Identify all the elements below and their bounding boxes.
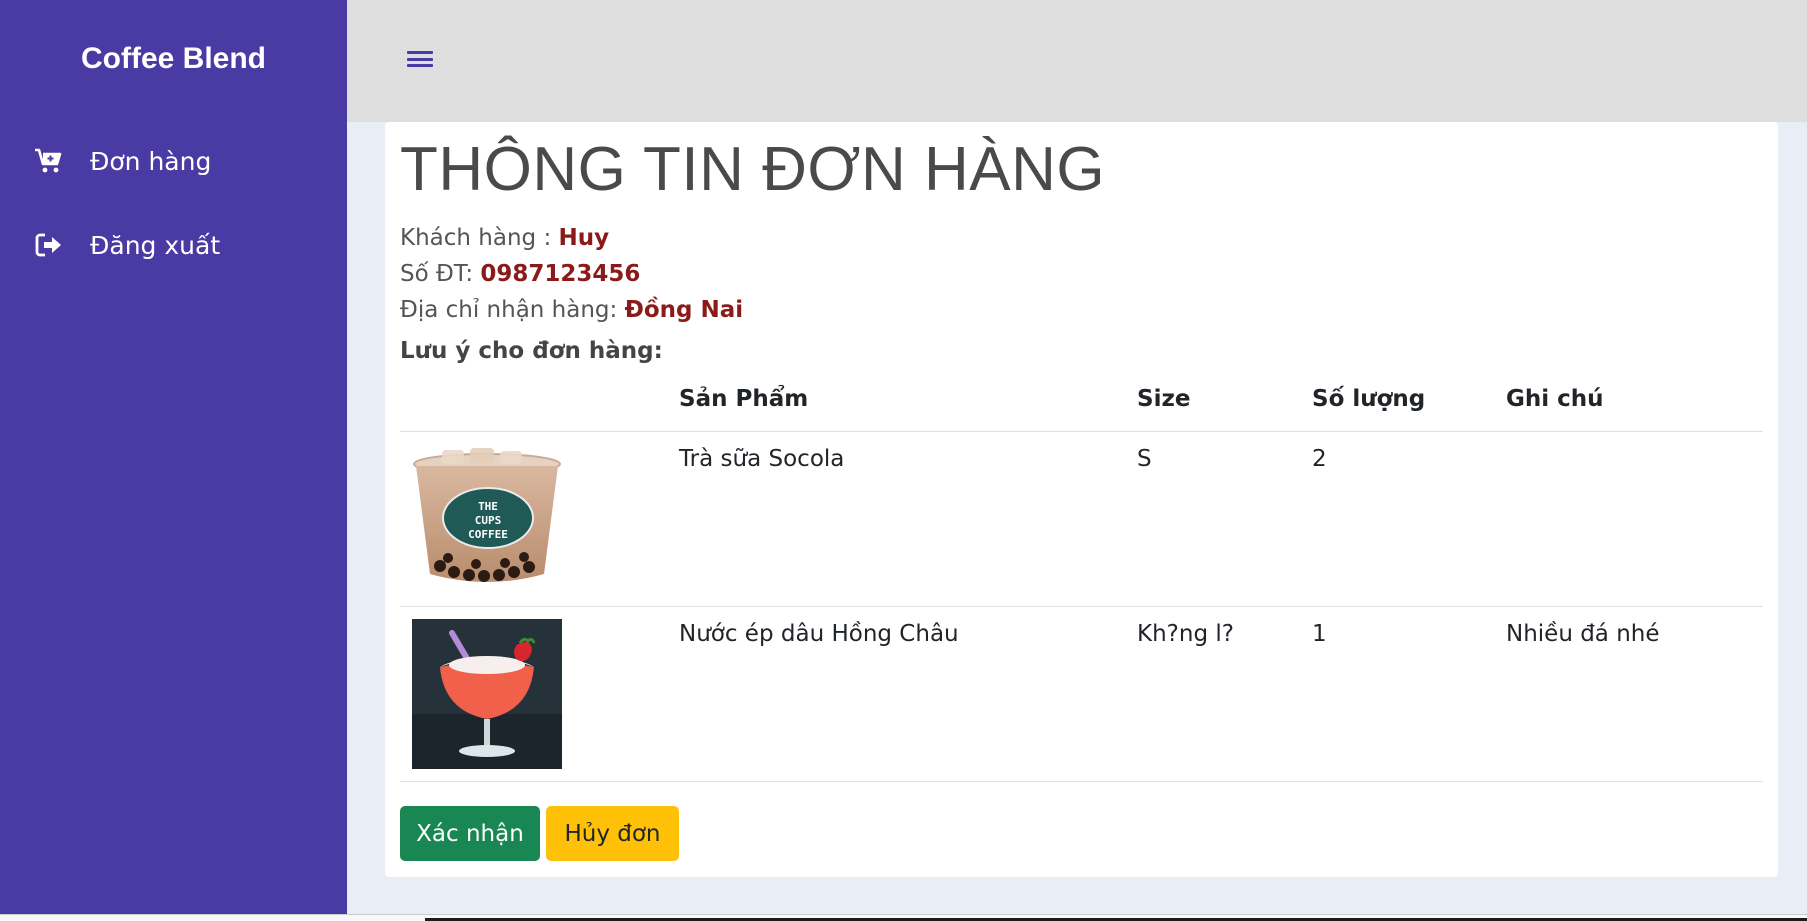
address-info: Địa chỉ nhận hàng: Đồng Nai (400, 297, 743, 323)
product-note: Nhiều đá nhé (1506, 621, 1660, 647)
table-row: Nước ép dâu Hồng Châu Kh?ng l? 1 Nhiều đ… (400, 607, 1763, 782)
header-quantity: Số lượng (1312, 386, 1426, 412)
product-size: S (1137, 446, 1152, 472)
sign-out-icon (34, 230, 64, 260)
product-name: Nước ép dâu Hồng Châu (679, 621, 959, 647)
header-note: Ghi chú (1506, 386, 1604, 412)
product-quantity: 2 (1312, 446, 1327, 472)
order-items-table: Sản Phẩm Size Số lượng Ghi chú THE CUPS … (400, 372, 1763, 782)
hamburger-icon[interactable] (407, 48, 433, 70)
topbar (347, 0, 1807, 122)
sidebar: Coffee Blend Đơn hàng Đăng xuất (0, 0, 347, 914)
brand-logo[interactable]: Coffee Blend (0, 42, 347, 76)
sidebar-item-logout[interactable]: Đăng xuất (34, 230, 220, 260)
product-image (412, 619, 562, 769)
product-image: THE CUPS COFFEE (412, 444, 562, 594)
cart-plus-icon (34, 146, 64, 176)
cup-text-line-3: COFFEE (468, 528, 508, 541)
header-size: Size (1137, 386, 1191, 412)
phone-value: 0987123456 (480, 261, 641, 287)
page-title: THÔNG TIN ĐƠN HÀNG (400, 135, 1106, 204)
order-note-label: Lưu ý cho đơn hàng: (400, 338, 663, 364)
customer-value: Huy (558, 225, 610, 251)
header-product: Sản Phẩm (679, 386, 809, 412)
table-header: Sản Phẩm Size Số lượng Ghi chú (400, 372, 1763, 432)
sidebar-item-label: Đơn hàng (90, 146, 212, 176)
phone-info: Số ĐT: 0987123456 (400, 261, 640, 287)
product-quantity: 1 (1312, 621, 1327, 647)
bottom-edge (0, 914, 1807, 921)
confirm-button[interactable]: Xác nhận (400, 806, 540, 861)
order-detail-card: THÔNG TIN ĐƠN HÀNG Khách hàng : Huy Số Đ… (385, 122, 1778, 877)
product-size: Kh?ng l? (1137, 621, 1234, 647)
sidebar-item-orders[interactable]: Đơn hàng (34, 146, 211, 176)
cup-text-line-1: THE (478, 500, 498, 513)
phone-label: Số ĐT: (400, 261, 481, 287)
cancel-order-button[interactable]: Hủy đơn (546, 806, 679, 861)
customer-label: Khách hàng : (400, 225, 559, 251)
cup-text-line-2: CUPS (475, 514, 502, 527)
address-label: Địa chỉ nhận hàng: (400, 297, 625, 323)
customer-info: Khách hàng : Huy (400, 225, 609, 251)
sidebar-item-label: Đăng xuất (90, 230, 221, 260)
address-value: Đồng Nai (624, 297, 744, 323)
product-name: Trà sữa Socola (679, 446, 845, 472)
table-row: THE CUPS COFFEE Trà sữa Socola S 2 (400, 432, 1763, 607)
